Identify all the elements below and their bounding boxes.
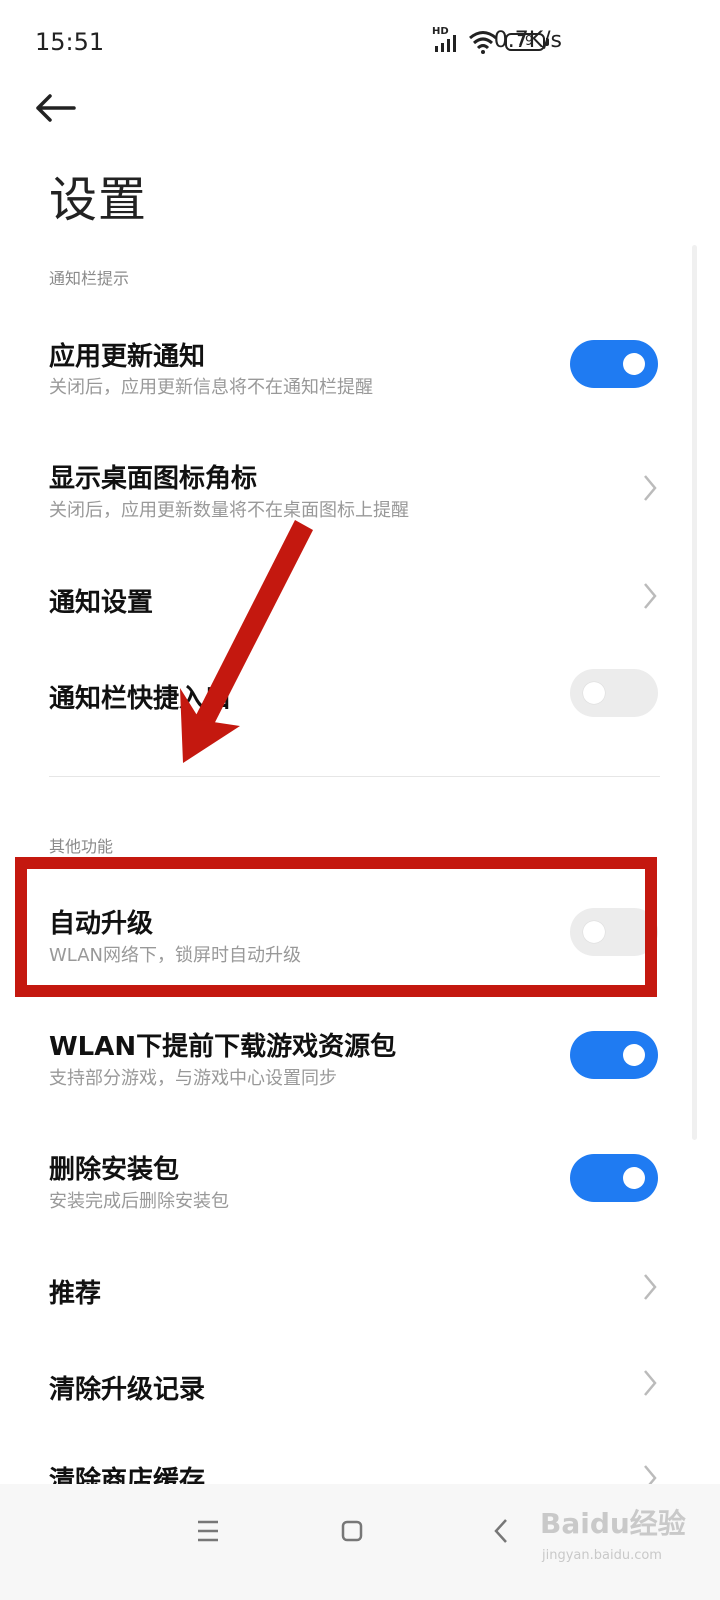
chevron-right-icon bbox=[644, 583, 657, 609]
chevron-right-icon bbox=[644, 1370, 657, 1396]
toggle-knob bbox=[623, 1167, 645, 1189]
section-header-notifications: 通知栏提示 bbox=[49, 269, 130, 288]
status-bar: 15:51 0.7K/s HD 79 bbox=[0, 0, 720, 86]
home-icon[interactable] bbox=[322, 1506, 382, 1556]
section-divider bbox=[49, 776, 660, 777]
row-subtitle: 关闭后，应用更新数量将不在桌面图标上提醒 bbox=[49, 500, 409, 521]
row-title: 推荐 bbox=[49, 1279, 102, 1309]
page-title: 设置 bbox=[49, 172, 148, 228]
toggle-switch-on[interactable] bbox=[570, 1154, 658, 1202]
row-subtitle: WLAN网络下，锁屏时自动升级 bbox=[49, 945, 302, 966]
chevron-right-icon bbox=[644, 1274, 657, 1300]
wifi-icon bbox=[469, 31, 497, 54]
battery-icon: 79 bbox=[505, 33, 545, 51]
status-time: 15:51 bbox=[35, 28, 105, 56]
toggle-switch-on[interactable] bbox=[570, 1031, 658, 1079]
row-subtitle: 支持部分游戏，与游戏中心设置同步 bbox=[49, 1068, 337, 1089]
chevron-right-icon bbox=[644, 475, 657, 501]
toggle-knob bbox=[583, 682, 605, 704]
row-title: WLAN下提前下载游戏资源包 bbox=[49, 1032, 397, 1062]
toggle-switch-off[interactable] bbox=[570, 908, 658, 956]
toggle-switch-on[interactable] bbox=[570, 340, 658, 388]
signal-icon bbox=[435, 35, 456, 52]
toggle-knob bbox=[623, 1044, 645, 1066]
baidu-watermark: Baidu经验 jingyan.baidu.com bbox=[540, 1502, 700, 1572]
menu-icon[interactable] bbox=[178, 1506, 238, 1556]
row-title: 自动升级 bbox=[49, 909, 154, 939]
row-title: 删除安装包 bbox=[49, 1155, 180, 1185]
row-title: 应用更新通知 bbox=[49, 342, 206, 372]
back-icon[interactable] bbox=[472, 1506, 532, 1556]
toggle-switch-off[interactable] bbox=[570, 669, 658, 717]
row-subtitle: 安装完成后删除安装包 bbox=[49, 1191, 229, 1212]
row-title: 显示桌面图标角标 bbox=[49, 464, 258, 494]
row-title: 通知栏快捷入口 bbox=[49, 684, 232, 714]
toggle-knob bbox=[583, 921, 605, 943]
toggle-knob bbox=[623, 353, 645, 375]
annotation-arrow bbox=[180, 520, 313, 763]
back-arrow-icon[interactable] bbox=[30, 88, 82, 128]
row-title: 清除升级记录 bbox=[49, 1375, 206, 1405]
battery-tip bbox=[546, 38, 549, 46]
watermark-logo: Baidu经验 bbox=[540, 1507, 686, 1540]
row-subtitle: 关闭后，应用更新信息将不在通知栏提醒 bbox=[49, 377, 373, 398]
watermark-url: jingyan.baidu.com bbox=[542, 1548, 662, 1563]
scrollbar[interactable] bbox=[692, 245, 697, 1140]
row-title: 通知设置 bbox=[49, 588, 154, 618]
section-header-other: 其他功能 bbox=[49, 837, 114, 856]
